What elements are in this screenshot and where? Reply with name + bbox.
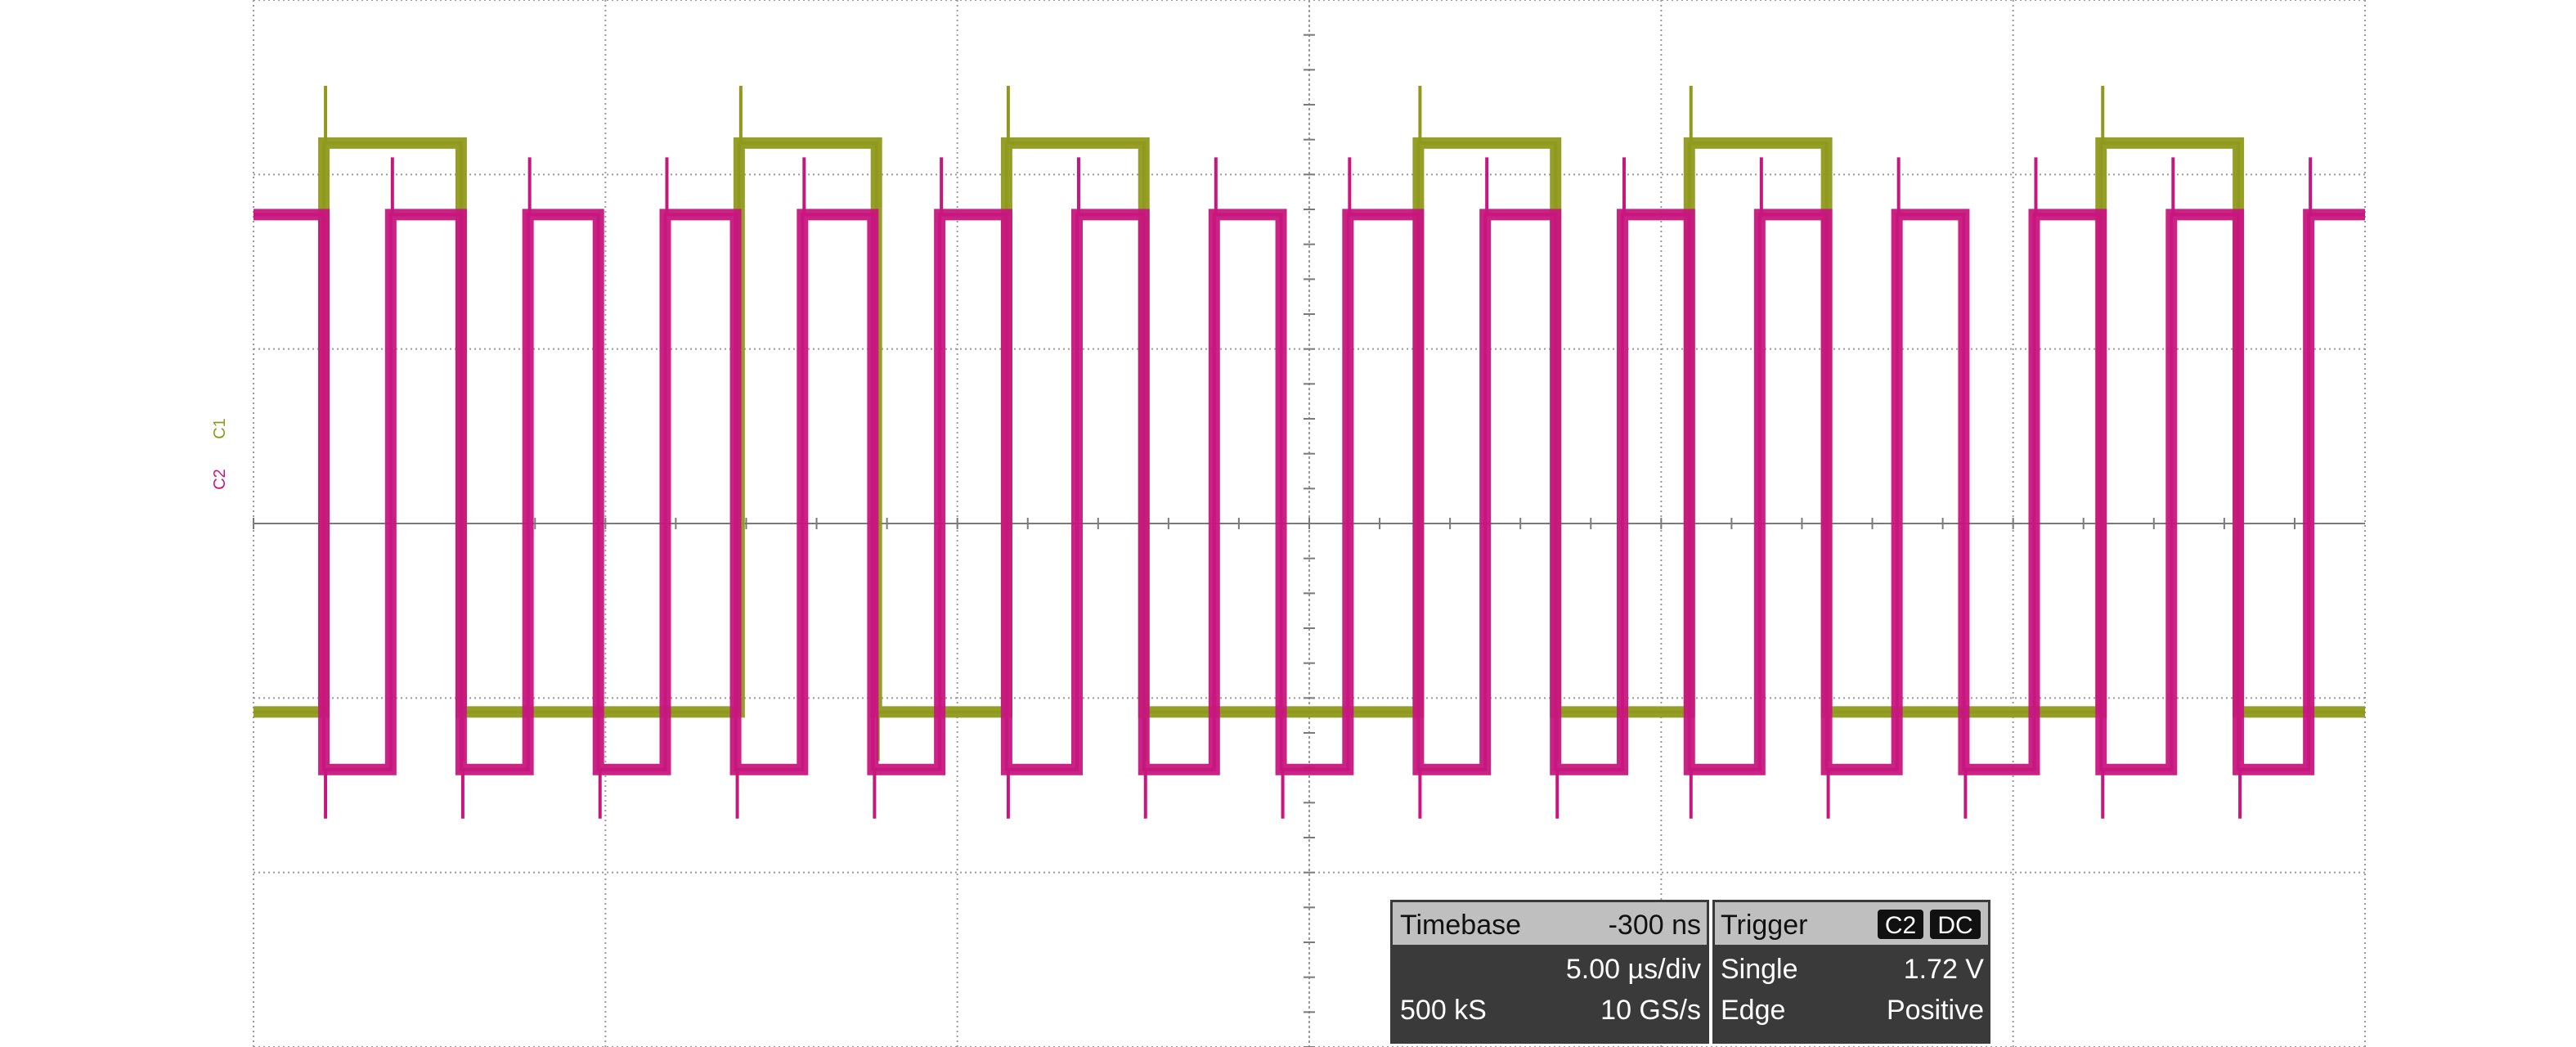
trigger-level: 1.72 V	[1904, 954, 1985, 985]
trigger-panel[interactable]: Trigger C2 DC Single 1.72 V Edge Positiv…	[1712, 900, 1990, 1044]
timebase-title: Timebase	[1400, 910, 1521, 941]
trigger-type: Edge	[1721, 995, 1785, 1026]
trigger-mode: Single	[1721, 954, 1798, 985]
channel-2-marker[interactable]: C2	[211, 469, 229, 490]
oscilloscope-display: C1 C2 Timebase -300 ns 5.00 µs/div 500 k…	[0, 0, 2576, 1047]
trigger-coupling-badge: DC	[1937, 912, 1972, 939]
trigger-title: Trigger	[1721, 910, 1807, 941]
timebase-panel[interactable]: Timebase -300 ns 5.00 µs/div 500 kS 10 G…	[1390, 900, 1709, 1044]
trigger-slope: Positive	[1887, 995, 1984, 1026]
timebase-sample-rate: 10 GS/s	[1600, 995, 1701, 1026]
timebase-per-div: 5.00 µs/div	[1566, 954, 1701, 985]
timebase-delay: -300 ns	[1609, 910, 1701, 941]
channel-1-marker[interactable]: C1	[211, 418, 229, 439]
timebase-samples: 500 kS	[1400, 995, 1487, 1026]
trigger-source-badge: C2	[1885, 912, 1916, 939]
